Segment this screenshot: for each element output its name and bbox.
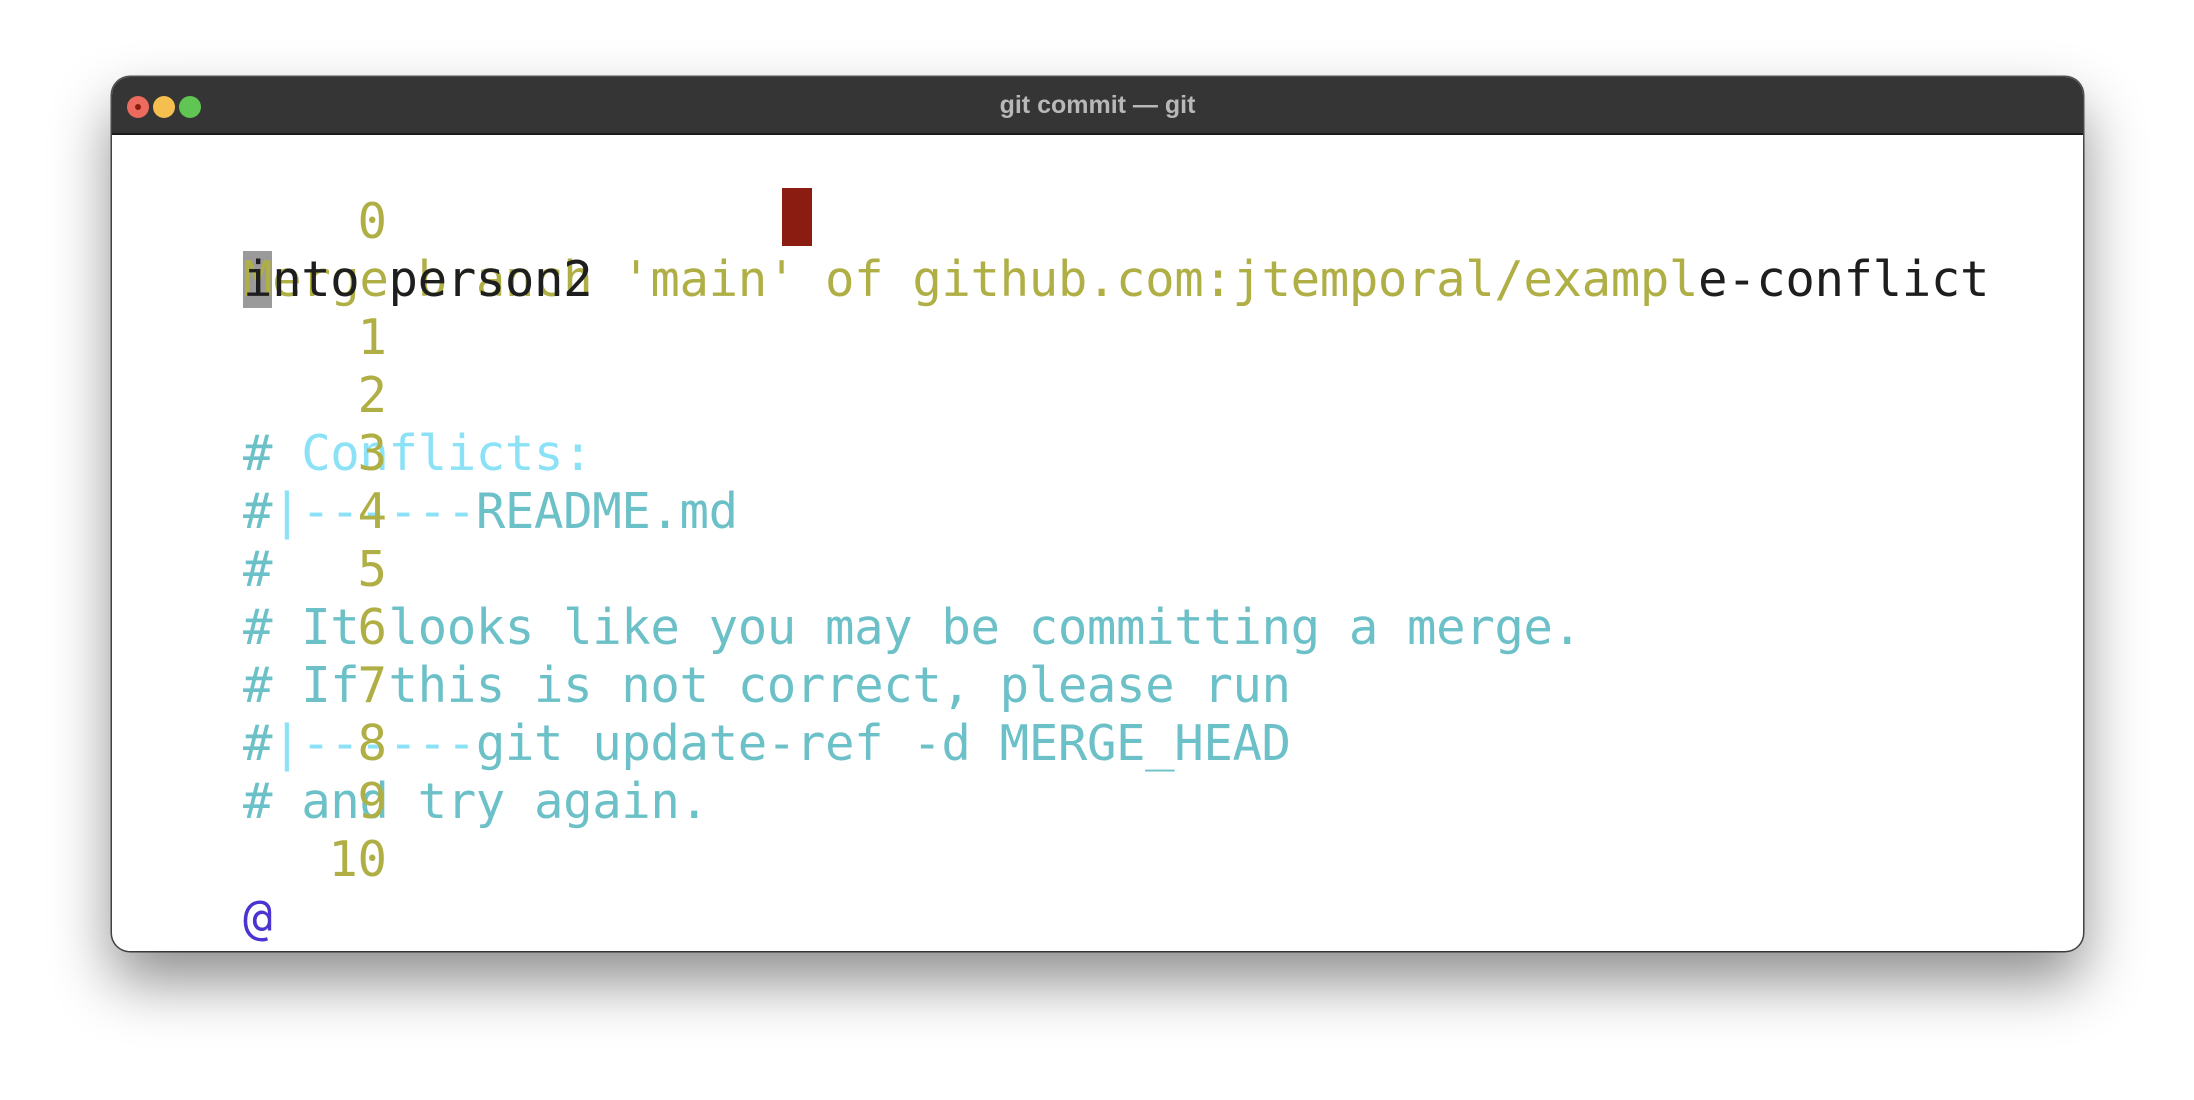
file-info: "~/projects/example-conflict/.git/COMMIT…: [126, 947, 1843, 951]
line-number: 1: [357, 309, 388, 366]
comment-text: git update-ref -d MERGE_HEAD: [475, 715, 1291, 772]
editor-line: 7 #|------git update-ref -d MERGE_HEAD: [112, 599, 1291, 772]
editor-line: 9: [112, 715, 388, 830]
title-bar[interactable]: git commit — git: [112, 77, 2083, 135]
line-number: 6: [357, 599, 388, 656]
editor-line: 8 # and try again.: [112, 657, 709, 830]
line-number: 9: [357, 773, 388, 830]
terminal-window: git commit — git 0 Merge branch 'main' o…: [112, 77, 2083, 951]
editor-line: 5 # It looks like you may be committing …: [112, 483, 1582, 656]
editor-line-wrap: into person2: [112, 193, 593, 308]
error-highlight-block: [782, 188, 812, 246]
comment-text: If this is not correct, please run: [301, 657, 1291, 714]
editor-line: 3 #|------README.md: [112, 367, 738, 540]
editor-line: 1: [112, 251, 388, 366]
editor-line: 6 # If this is not correct, please run: [112, 541, 1291, 714]
editor-line: 10: [112, 773, 387, 888]
line-number: 3: [357, 425, 388, 482]
line-number: 4: [357, 483, 388, 540]
editor-line: 0 Merge branch 'main' of github.com:jtem…: [112, 135, 1989, 308]
subject-overflow: e-conflict: [1698, 251, 1990, 308]
line-number: 8: [357, 715, 388, 772]
line-number: 2: [357, 367, 388, 424]
line-text: # If this is not correct, please run: [243, 657, 1291, 715]
conflict-file: README.md: [475, 483, 738, 540]
truncation-line: @: [112, 831, 287, 946]
status-line: "~/projects/example-conflict/.git/COMMIT…: [112, 889, 1843, 951]
line-number: 5: [357, 541, 388, 598]
line-number: 7: [357, 657, 388, 714]
line-number: 10: [328, 831, 387, 888]
line-text: #|------git update-ref -d MERGE_HEAD: [243, 715, 1291, 773]
editor-line: 4 #: [112, 425, 387, 598]
line-number: 0: [357, 193, 388, 250]
line-text: # It looks like you may be committing a …: [243, 599, 1582, 657]
line-text: into person2: [243, 251, 593, 308]
editor-line: 2 # Conflicts:: [112, 309, 593, 482]
window-title: git commit — git: [999, 91, 1196, 119]
comment-text: It looks like you may be committing a me…: [301, 599, 1582, 656]
vim-editor[interactable]: 0 Merge branch 'main' of github.com:jtem…: [112, 135, 2083, 951]
